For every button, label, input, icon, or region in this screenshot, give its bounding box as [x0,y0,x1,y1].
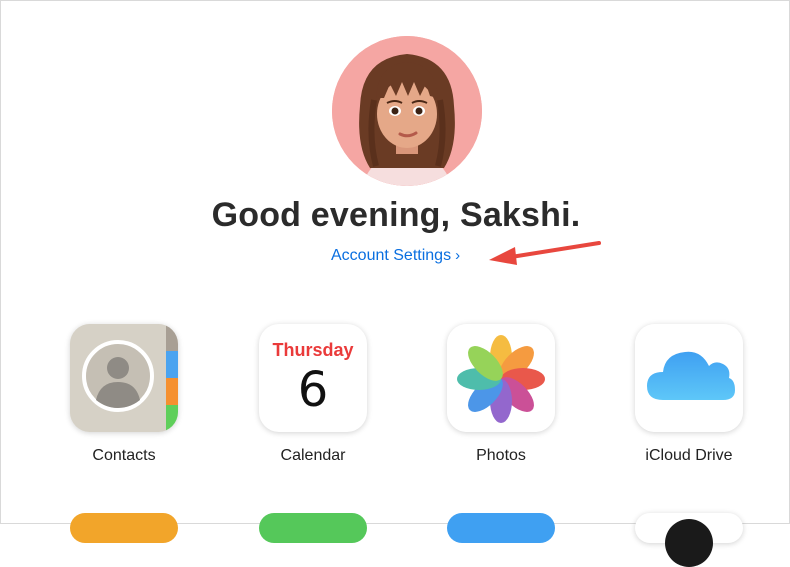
annotation-arrow [489,241,601,265]
contacts-icon [70,324,178,432]
account-settings-link[interactable]: Account Settings › [331,247,460,265]
photos-icon [447,324,555,432]
icloud-drive-label: iCloud Drive [645,447,733,464]
photos-label: Photos [476,447,526,464]
memoji-avatar-image [332,36,482,186]
calendar-label: Calendar [280,447,346,464]
greeting-heading: Good evening, Sakshi. [211,196,581,234]
app-tile-partial[interactable] [259,513,367,543]
app-tile-partial[interactable] [447,513,555,543]
contacts-app-tile[interactable] [70,324,178,432]
photos-app-tile[interactable] [447,324,555,432]
calendar-app-tile[interactable]: Thursday 6 [259,324,367,432]
avatar[interactable] [332,36,482,186]
chevron-right-icon: › [455,247,461,264]
cloud-icon [635,324,743,432]
contacts-label: Contacts [92,447,156,464]
account-settings-label: Account Settings [331,247,452,264]
dark-circle-icon [665,519,713,567]
calendar-day-number: 6 [297,362,329,418]
icloud-drive-app-tile[interactable] [635,324,743,432]
app-tile-partial[interactable] [635,513,743,567]
app-tile-partial[interactable] [70,513,178,543]
calendar-weekday: Thursday [272,340,354,360]
